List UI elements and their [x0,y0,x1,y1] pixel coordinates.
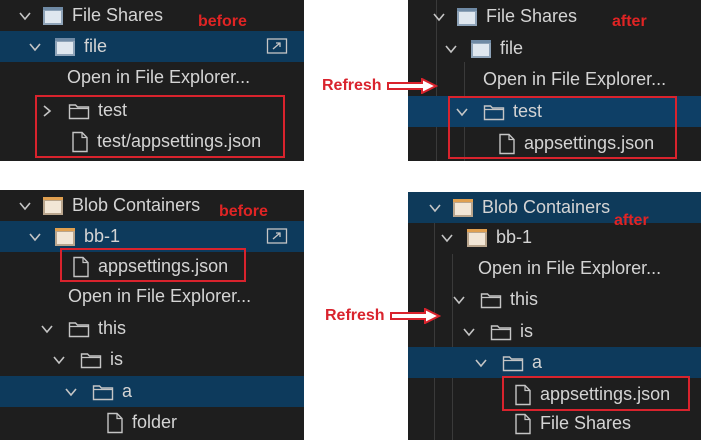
tree-item-label: is [520,321,533,341]
tree-item-file-shares[interactable]: File Shares [408,408,701,439]
refresh-label: Refresh [322,77,382,94]
folder-icon [92,383,114,401]
refresh-annotation: Refresh [325,307,441,325]
tree-item-label: Blob Containers [72,195,201,215]
tree-item-label: bb-1 [84,226,121,246]
tree-item-label: a [122,381,133,401]
tree-item-a[interactable]: a [408,347,701,378]
file-share-icon [470,39,492,59]
chevron-down-icon[interactable] [28,230,42,244]
blob-container-icon [42,196,64,216]
tree-item-label: file [84,36,108,56]
file-icon [514,413,532,435]
chevron-down-icon[interactable] [18,199,32,213]
tree-item-label: Open in File Explorer... [483,69,667,89]
tree-item-open-in-explorer[interactable]: Open in File Explorer... [0,281,304,312]
refresh-label: Refresh [325,307,385,324]
file-share-icon [54,37,76,57]
chevron-down-icon[interactable] [18,9,32,23]
tree-item-blob-containers[interactable]: Blob Containers [408,192,701,223]
tree-item-this[interactable]: this [0,313,304,344]
after-annotation: after [614,212,649,229]
tree-item-label: Open in File Explorer... [68,286,252,306]
panel-file-shares-after: File Shares file Open in File Explorer..… [408,0,701,161]
highlight-box [35,95,285,158]
tree-item-file-shares[interactable]: File Shares [0,0,304,31]
folder-icon [502,354,524,372]
panel-blob-containers-after: Blob Containers bb-1 Open in File Explor… [408,192,701,440]
tree-item-label: Open in File Explorer... [67,67,251,87]
tree-item-label: File Shares [540,413,632,433]
open-in-explorer-icon[interactable] [266,227,288,245]
after-annotation: after [612,13,647,30]
tree-item-label: a [532,352,543,372]
tree-item-is[interactable]: is [408,316,701,347]
tree-item-open-in-explorer[interactable]: Open in File Explorer... [0,62,304,93]
chevron-down-icon[interactable] [52,353,66,367]
tree-item-is[interactable]: is [0,344,304,375]
tree-item-label: is [110,349,123,369]
panel-file-shares-before: File Shares file Open in File Explorer..… [0,0,304,161]
tree-item-open-in-explorer[interactable]: Open in File Explorer... [408,253,701,284]
before-annotation: before [219,203,268,220]
chevron-down-icon[interactable] [452,293,466,307]
tree-item-label: this [510,289,539,309]
highlight-box [60,248,246,282]
chevron-down-icon[interactable] [64,385,78,399]
tree-item-file-shares[interactable]: File Shares [408,1,701,32]
tree-item-label: Blob Containers [482,197,611,217]
blob-container-icon [54,227,76,247]
tree-item-file[interactable]: file [408,33,701,64]
arrow-right-icon [386,78,438,94]
highlight-box [502,376,690,411]
tree-item-file[interactable]: file [0,31,304,62]
blob-container-icon [466,228,488,248]
file-icon [106,412,124,434]
tree-item-this[interactable]: this [408,284,701,315]
chevron-down-icon[interactable] [462,325,476,339]
tree-item-bb-1[interactable]: bb-1 [408,222,701,253]
tree-item-open-in-explorer[interactable]: Open in File Explorer... [408,64,701,95]
chevron-down-icon[interactable] [28,40,42,54]
blob-container-icon [452,198,474,218]
chevron-down-icon[interactable] [474,356,488,370]
tree-item-label: File Shares [486,6,578,26]
chevron-down-icon[interactable] [432,10,446,24]
tree-item-label: file [500,38,524,58]
chevron-down-icon[interactable] [444,42,458,56]
chevron-down-icon[interactable] [440,231,454,245]
tree-item-label: File Shares [72,5,164,25]
file-share-icon [42,6,64,26]
panel-blob-containers-before: Blob Containers bb-1 appsettings.json Op… [0,190,304,440]
tree-item-label: folder [132,412,178,432]
tree-item-label: bb-1 [496,227,533,247]
folder-icon [80,351,102,369]
folder-icon [490,323,512,341]
arrow-right-icon [389,308,441,324]
tree-item-label: Open in File Explorer... [478,258,662,278]
refresh-annotation: Refresh [322,77,438,95]
tree-item-a[interactable]: a [0,376,304,407]
chevron-down-icon[interactable] [40,322,54,336]
chevron-down-icon[interactable] [428,201,442,215]
folder-icon [480,291,502,309]
before-annotation: before [198,13,247,30]
highlight-box [448,96,677,159]
folder-icon [68,320,90,338]
tree-item-label: this [98,318,127,338]
open-in-explorer-icon[interactable] [266,37,288,55]
file-share-icon [456,7,478,27]
tree-item-folder[interactable]: folder [0,407,304,438]
